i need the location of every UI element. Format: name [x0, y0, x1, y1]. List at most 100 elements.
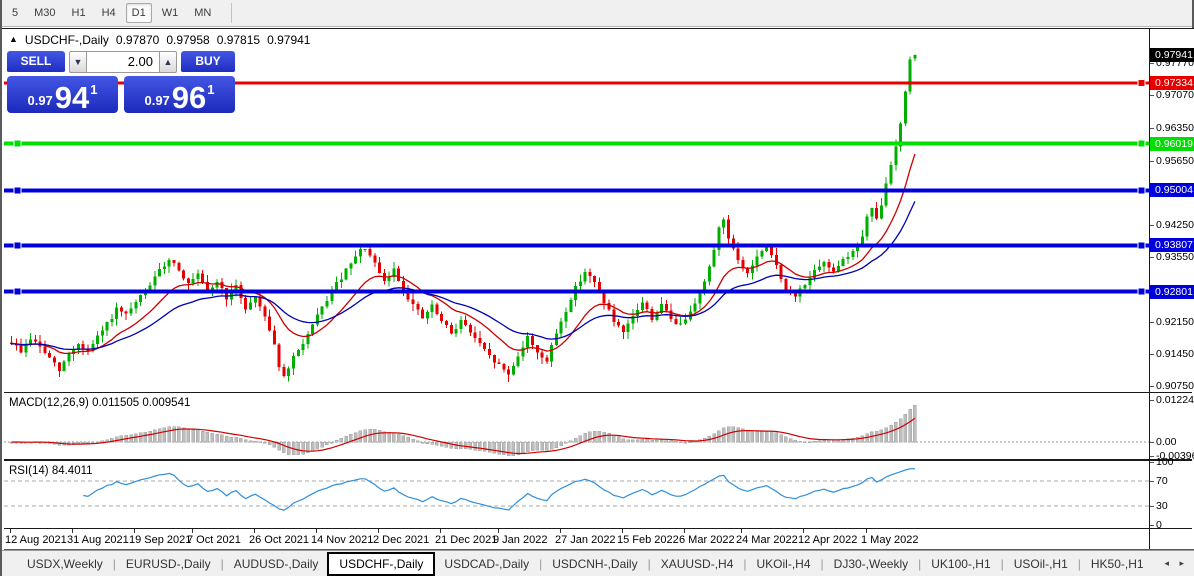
macd-histogram-bar: [784, 436, 788, 443]
tab-usdx-weekly[interactable]: USDX,Weekly: [18, 554, 112, 574]
candle-body: [277, 344, 281, 368]
timeframe-d1[interactable]: D1: [125, 3, 152, 23]
line-handle[interactable]: [1137, 79, 1146, 88]
tab-scroll-arrows[interactable]: ◂ ▸: [1164, 558, 1188, 569]
candle-body: [827, 262, 831, 268]
candle-body: [215, 281, 219, 288]
pane-separator[interactable]: [4, 459, 1192, 461]
macd-histogram-bar: [91, 441, 95, 444]
timeframe-h4[interactable]: H4: [96, 3, 122, 23]
date-label: 12 Aug 2021: [5, 534, 67, 546]
sell-quote[interactable]: 0.97 94 1: [7, 76, 118, 113]
candle-body: [258, 297, 262, 307]
date-label: 9 Jan 2022: [493, 534, 548, 546]
candle-body: [879, 205, 883, 219]
chart-window: ▲ USDCHF-,Daily 0.97870 0.97958 0.97815 …: [2, 28, 1194, 550]
candle-body: [464, 320, 468, 325]
macd-histogram-bar: [100, 440, 105, 443]
rsi-pane[interactable]: [4, 461, 1149, 528]
macd-histogram-bar: [645, 439, 649, 443]
tab-eurusd-daily[interactable]: EURUSD-,Daily: [117, 554, 220, 574]
candle-body: [817, 266, 821, 270]
macd-histogram-bar: [894, 421, 898, 443]
timeframe-m30[interactable]: M30: [28, 3, 61, 23]
volume-decrease-button[interactable]: ▼: [69, 51, 87, 73]
axis-tick-mark: [1150, 321, 1154, 323]
timeframe-5[interactable]: 5: [6, 3, 24, 23]
line-handle[interactable]: [13, 139, 22, 148]
candle-body: [397, 268, 401, 282]
candle-body: [201, 273, 205, 282]
candle-body: [320, 306, 324, 315]
axis-tick-mark: [1150, 524, 1154, 526]
line-handle[interactable]: [13, 241, 22, 250]
candle-body: [272, 330, 276, 345]
tab-usoil-h1[interactable]: USOil-,H1: [1005, 554, 1077, 574]
macd-histogram-bar: [157, 428, 162, 443]
line-handle[interactable]: [13, 186, 22, 195]
macd-histogram-bar: [884, 427, 888, 443]
date-tick-mark: [378, 529, 379, 533]
tab-usdcnh-daily[interactable]: USDCNH-,Daily: [543, 554, 646, 574]
macd-histogram-bar: [420, 441, 425, 444]
collapse-chart-icon[interactable]: ▲: [9, 34, 18, 44]
tab-separator: |: [1000, 556, 1004, 571]
tab-hk50-h1[interactable]: HK50-,H1: [1082, 554, 1153, 574]
candle-body: [129, 308, 133, 314]
timeframe-h1[interactable]: H1: [66, 3, 92, 23]
macd-histogram-bar: [860, 435, 865, 443]
candle-body: [358, 249, 362, 257]
macd-histogram-bar: [664, 439, 669, 443]
candle-body: [43, 346, 47, 353]
chart-symbol-label: USDCHF-,Daily: [24, 33, 109, 47]
volume-input[interactable]: 2.00: [87, 51, 159, 73]
tab-uk100-h1[interactable]: UK100-,H1: [922, 554, 999, 574]
buy-button[interactable]: BUY: [181, 51, 235, 74]
candle-body: [48, 352, 52, 358]
axis-tick-mark: [1150, 385, 1154, 387]
date-tick-mark: [560, 529, 561, 533]
macd-histogram-bar: [325, 441, 329, 446]
macd-histogram-bar: [764, 431, 769, 443]
tab-usdcad-daily[interactable]: USDCAD-,Daily: [435, 554, 538, 574]
macd-histogram-bar: [315, 441, 320, 450]
candle-body: [617, 321, 621, 326]
tab-usdchf-daily[interactable]: USDCHF-,Daily: [327, 551, 436, 576]
buy-quote[interactable]: 0.97 96 1: [124, 76, 235, 113]
macd-histogram-bar: [320, 441, 324, 448]
tab-xauusd-h4[interactable]: XAUUSD-,H4: [652, 554, 743, 574]
tab-dj30-weekly[interactable]: DJ30-,Weekly: [825, 554, 917, 574]
candle-body: [645, 302, 649, 309]
date-tick-mark: [741, 529, 742, 533]
tab-audusd-daily[interactable]: AUDUSD-,Daily: [225, 554, 328, 574]
price-tick-label: 0.90750: [1150, 380, 1194, 393]
timeframe-w1[interactable]: W1: [156, 3, 185, 23]
line-handle[interactable]: [1137, 186, 1146, 195]
sell-button[interactable]: SELL: [7, 51, 65, 74]
line-handle[interactable]: [13, 287, 22, 296]
ma-fast-line: [11, 153, 916, 355]
tab-ukoil-h4[interactable]: UKOil-,H4: [748, 554, 820, 574]
candle-body: [115, 307, 119, 320]
price-axis[interactable]: 0.97770 0.97070 0.96350 0.95650 0.94250 0.935…: [1150, 29, 1194, 549]
line-handle[interactable]: [1137, 287, 1146, 296]
candle-body: [177, 262, 181, 271]
axis-tick-mark: [1150, 127, 1154, 129]
pane-separator[interactable]: [4, 392, 1192, 393]
line-handle[interactable]: [1137, 241, 1146, 250]
date-tick-mark: [134, 529, 135, 533]
line-handle[interactable]: [1137, 139, 1146, 148]
macd-histogram-bar: [726, 426, 731, 443]
volume-increase-button[interactable]: ▲: [159, 51, 177, 73]
rsi-axis-label: 30: [1150, 500, 1194, 513]
macd-histogram-bar: [779, 434, 783, 443]
candle-body: [640, 302, 644, 310]
date-axis[interactable]: 12 Aug 2021 31 Aug 2021 19 Sep 2021 7 Oct 2…: [4, 529, 1192, 549]
candle-body: [894, 146, 898, 166]
candle-body: [545, 357, 549, 362]
macd-histogram-bar: [650, 439, 654, 443]
timeframe-mn[interactable]: MN: [188, 3, 217, 23]
candle-body: [292, 356, 296, 369]
price-tick-label: 0.92150: [1150, 316, 1194, 329]
axis-tick-mark: [1150, 224, 1154, 226]
